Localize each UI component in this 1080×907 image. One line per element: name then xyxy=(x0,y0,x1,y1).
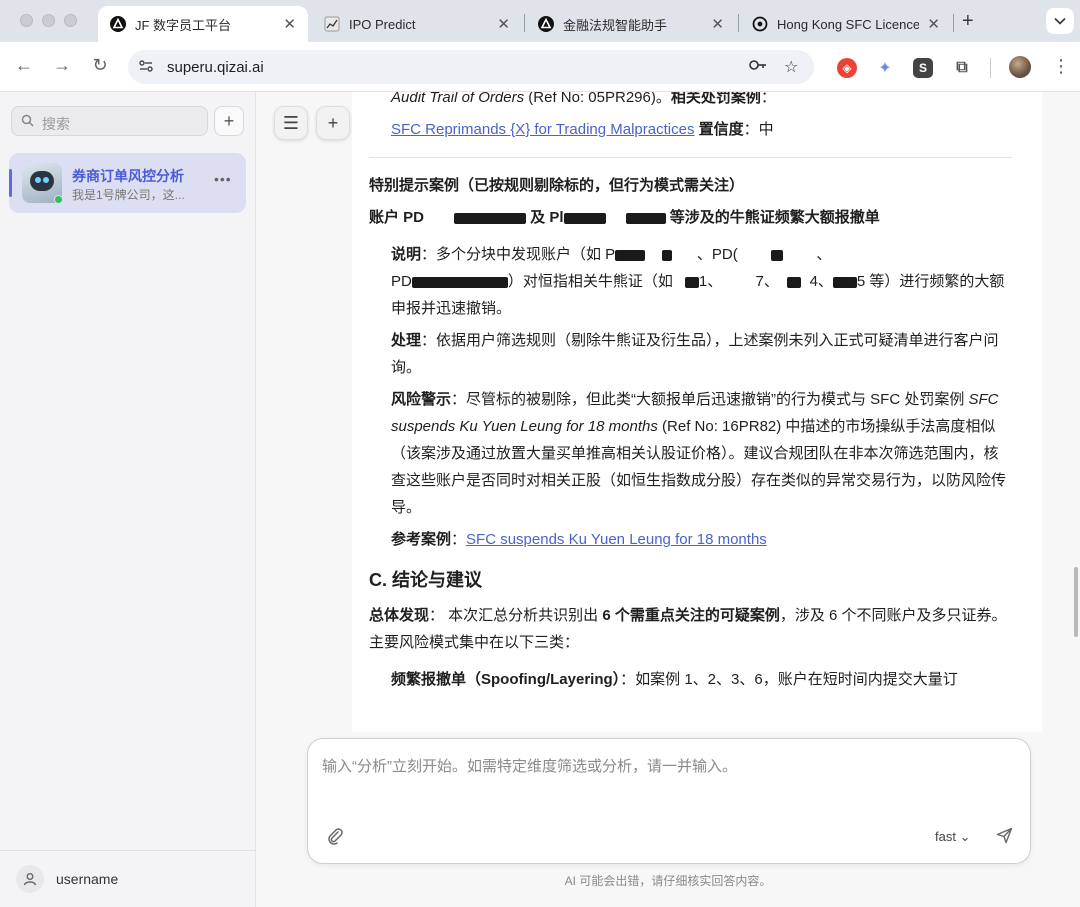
browser-tab-ipo[interactable]: IPO Predict ✕ xyxy=(312,6,522,42)
ai-disclaimer: AI 可能会出错，请仔细核实回答内容。 xyxy=(564,874,772,888)
online-status-dot xyxy=(54,195,63,204)
extension-shield-icon[interactable]: ◈ xyxy=(837,58,857,78)
tab-title: Hong Kong SFC Licence xyxy=(777,16,920,32)
tab-title: 金融法规智能助手 xyxy=(563,17,668,33)
extension-s-icon[interactable]: S xyxy=(913,58,933,78)
toolbar-divider xyxy=(990,58,991,78)
search-input[interactable]: 搜索 xyxy=(11,106,208,136)
plus-icon: + xyxy=(223,110,235,131)
username-label: username xyxy=(56,871,119,887)
paperclip-icon[interactable] xyxy=(326,827,344,850)
model-selector[interactable]: fast ⌄ xyxy=(935,829,970,845)
prior-case-line: Audit Trail of Orders (Ref No: 05PR296)。… xyxy=(391,92,776,106)
jf-logo-icon xyxy=(538,16,554,32)
prior-case-link-line: SFC Reprimands {X} for Trading Malpracti… xyxy=(391,121,774,138)
profile-avatar[interactable] xyxy=(1009,56,1031,78)
summary-paragraph: 总体发现： 本次汇总分析共识别出 6 个需重点关注的可疑案例，涉及 6 个不同账… xyxy=(369,607,1007,651)
special-case-heading: 特别提示案例（已按规则剔除标的，但行为模式需关注） xyxy=(369,177,745,194)
extensions-puzzle-icon[interactable]: ⧉ xyxy=(952,58,972,78)
handling-paragraph: 处理：依据用户筛选规则（剔除牛熊证及衍生品），上述案例未列入正式可疑清单进行客户… xyxy=(391,332,999,376)
scrollbar-thumb[interactable] xyxy=(1074,567,1078,637)
plus-icon: + xyxy=(327,112,339,133)
search-icon xyxy=(21,114,34,130)
password-key-icon[interactable] xyxy=(748,57,768,78)
reload-icon[interactable]: ↻ xyxy=(88,55,112,76)
back-arrow-icon[interactable]: ← xyxy=(12,55,36,76)
new-tab-button[interactable]: + xyxy=(962,10,974,33)
risk-warning-paragraph: 风险警示：尽管标的被剔除，但此类“大额报单后迅速撤销”的行为模式与 SFC 处罚… xyxy=(391,391,1007,516)
tab-title: JF 数字员工平台 xyxy=(135,17,232,33)
user-footer[interactable]: username xyxy=(0,850,256,907)
tab-divider xyxy=(524,14,525,32)
address-bar[interactable]: superu.qizai.ai ☆ xyxy=(128,50,814,84)
menu-icon: ☰ xyxy=(282,112,300,133)
browser-tab-jf[interactable]: JF 数字员工平台 ✕ xyxy=(98,6,308,42)
user-icon xyxy=(16,865,44,893)
window-zoom-button[interactable] xyxy=(64,14,77,27)
browser-toolbar: ← → ↻ superu.qizai.ai ☆ ◈ ✦ S ⧉ ⋮ xyxy=(0,42,1080,92)
browser-tab-strip: JF 数字员工平台 ✕ IPO Predict ✕ 金融法规智能助手 ✕ Hon… xyxy=(0,0,1080,42)
new-conversation-button[interactable]: + xyxy=(316,106,350,140)
close-icon[interactable]: ✕ xyxy=(497,15,510,33)
reference-case-link[interactable]: SFC suspends Ku Yuen Leung for 18 months xyxy=(466,531,767,548)
openai-logo-icon xyxy=(752,16,768,32)
extension-bird-icon[interactable]: ✦ xyxy=(875,58,895,78)
chat-title: 券商订单风控分析 xyxy=(72,168,184,184)
new-chat-button[interactable]: + xyxy=(214,106,244,136)
more-options-icon[interactable]: ••• xyxy=(214,171,232,187)
toggle-sidebar-button[interactable]: ☰ xyxy=(274,106,308,140)
close-icon[interactable]: ✕ xyxy=(283,15,296,33)
redaction-block xyxy=(625,212,666,224)
browser-menu-icon[interactable]: ⋮ xyxy=(1052,56,1070,77)
tab-title: IPO Predict xyxy=(349,16,416,32)
search-placeholder: 搜索 xyxy=(42,116,70,132)
chat-list-item-active[interactable]: 券商订单风控分析 我是1号牌公司，这... ••• xyxy=(9,153,246,213)
window-minimize-button[interactable] xyxy=(42,14,55,27)
message-content: Audit Trail of Orders (Ref No: 05PR296)。… xyxy=(352,92,1042,732)
active-indicator xyxy=(9,169,12,197)
divider xyxy=(369,157,1012,158)
browser-tab-regulation[interactable]: 金融法规智能助手 ✕ xyxy=(526,6,736,42)
main-panel: ☰ + Audit Trail of Orders (Ref No: 05PR2… xyxy=(256,92,1080,907)
chat-preview: 我是1号牌公司，这... xyxy=(72,188,185,202)
tab-divider xyxy=(738,14,739,32)
jf-logo-icon xyxy=(110,16,126,32)
redaction-block xyxy=(454,212,527,224)
window-close-button[interactable] xyxy=(20,14,33,27)
tab-divider xyxy=(953,14,954,32)
redaction-block xyxy=(563,212,606,224)
reference-case-line: 参考案例：SFC suspends Ku Yuen Leung for 18 m… xyxy=(391,531,767,548)
close-icon[interactable]: ✕ xyxy=(927,15,940,33)
spoofing-paragraph: 频繁报撤单（Spoofing/Layering）：如案例 1、2、3、6，账户在… xyxy=(391,671,958,688)
forward-arrow-icon[interactable]: → xyxy=(50,55,74,76)
browser-tab-sfc[interactable]: Hong Kong SFC Licence ✕ xyxy=(740,6,952,42)
tab-search-button[interactable] xyxy=(1046,8,1074,34)
close-icon[interactable]: ✕ xyxy=(711,15,724,33)
case-link[interactable]: SFC Reprimands {X} for Trading Malpracti… xyxy=(391,121,694,138)
site-info-icon[interactable] xyxy=(138,58,154,77)
send-icon[interactable] xyxy=(996,827,1013,849)
section-c-heading: C. 结论与建议 xyxy=(369,570,483,590)
message-composer[interactable]: 输入“分析”立刻开始。如需特定维度筛选或分析，请一并输入。 fast ⌄ xyxy=(307,738,1031,864)
description-paragraph: 说明：多个分块中发现账户（如 P 、PD( 、 PD ）对恒指相关牛熊证（如 1、 … xyxy=(391,246,1005,317)
account-line: 账户 PD 及 Pl 等涉及的牛熊证频繁大额报撤单 xyxy=(369,209,880,226)
composer-input[interactable]: 输入“分析”立刻开始。如需特定维度筛选或分析，请一并输入。 xyxy=(322,755,737,776)
url-text: superu.qizai.ai xyxy=(167,59,264,76)
ipo-logo-icon xyxy=(324,16,340,32)
bookmark-star-icon[interactable]: ☆ xyxy=(784,57,798,77)
sidebar: 搜索 + 券商订单风控分析 我是1号牌公司，这... ••• username xyxy=(0,92,256,907)
